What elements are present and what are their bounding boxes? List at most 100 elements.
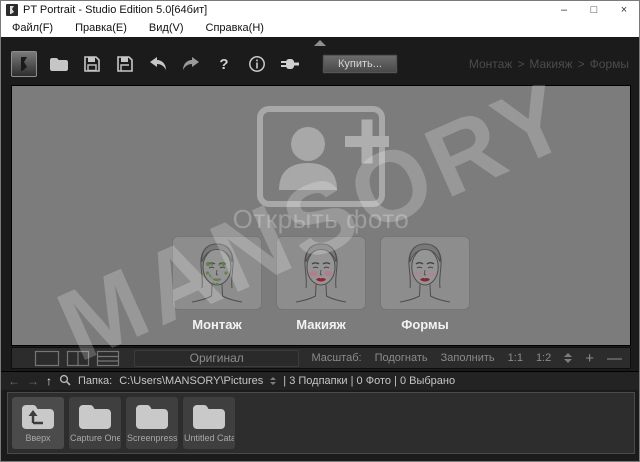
search-icon: [59, 374, 71, 386]
save-button[interactable]: [81, 53, 103, 75]
browser-item-up[interactable]: Вверх: [12, 397, 64, 449]
zoom-bar: Оригинал Масштаб: Подогнать Заполнить 1:…: [11, 347, 631, 369]
menu-edit[interactable]: Правка(E): [64, 19, 138, 37]
face-profile-icon: [15, 55, 33, 73]
floppy-disk-icon: [83, 55, 101, 73]
menu-file[interactable]: Файл(F): [1, 19, 64, 37]
browser-item-label: Capture One ...: [70, 433, 120, 443]
folder-icon: [134, 402, 170, 430]
zoom-1-1-button[interactable]: 1:1: [508, 352, 523, 364]
zoom-in-button[interactable]: +: [585, 350, 594, 367]
makeup-face-icon: [290, 240, 352, 306]
makeup-face-thumbnail[interactable]: [276, 236, 366, 310]
info-icon: [248, 55, 266, 73]
folder-icon: [49, 56, 69, 72]
menu-view[interactable]: Вид(V): [138, 19, 195, 37]
stacked-view-button[interactable]: [96, 350, 120, 367]
up-folder-icon[interactable]: ↑: [46, 374, 52, 388]
mode-shapes[interactable]: Формы: [380, 236, 470, 332]
window-title: PT Portrait - Studio Edition 5.0[64бит]: [23, 4, 207, 16]
folder-label: Папка:: [78, 375, 112, 387]
browser-item-capture-one[interactable]: Capture One ...: [69, 397, 121, 449]
blush-left: [309, 271, 317, 276]
mode-label-montage: Монтаж: [192, 317, 241, 332]
montage-face-thumbnail[interactable]: [172, 236, 262, 310]
path-spinner[interactable]: [270, 377, 276, 385]
add-photo-icon: [246, 106, 396, 210]
view-mode-select[interactable]: Оригинал: [134, 350, 299, 367]
folder-icon: [191, 402, 227, 430]
blush-right: [429, 271, 437, 276]
zoom-fill-button[interactable]: Заполнить: [441, 352, 495, 364]
app-icon: [6, 4, 18, 16]
info-button[interactable]: [246, 53, 268, 75]
zoom-value-spinner[interactable]: [564, 353, 572, 363]
plugin-button[interactable]: [279, 53, 301, 75]
two-pane-icon: [66, 350, 90, 367]
browser-item-label: Вверх: [25, 433, 50, 443]
save-as-button[interactable]: [114, 53, 136, 75]
mode-montage[interactable]: Монтаж: [172, 236, 262, 332]
folder-icon: [77, 402, 113, 430]
zoom-1-2-button[interactable]: 1:2: [536, 352, 551, 364]
plug-icon: [280, 57, 300, 71]
single-view-button[interactable]: [34, 350, 60, 367]
folder-stats: | 3 Подпапки | 0 Фото | 0 Выбрано: [283, 375, 455, 387]
floppy-disk-save-as-icon: [116, 55, 134, 73]
search-button[interactable]: [59, 374, 71, 389]
blush-right: [324, 271, 332, 276]
pt-portrait-window: PT Portrait - Studio Edition 5.0[64бит] …: [0, 0, 640, 462]
scale-label: Масштаб:: [311, 352, 361, 364]
toolbar: ? Купить... Монтаж > Макияж: [11, 47, 629, 81]
breadcrumb-separator: >: [517, 57, 524, 71]
shapes-face-icon: [394, 240, 456, 306]
spin-up-icon: [564, 353, 572, 357]
mode-label-shapes: Формы: [401, 317, 449, 332]
back-icon[interactable]: ←: [8, 374, 20, 388]
collapse-panel-chevron-icon[interactable]: [314, 40, 326, 46]
app-logo-button[interactable]: [11, 51, 37, 77]
breadcrumb-makeup[interactable]: Макияж: [529, 57, 572, 71]
folder-up-icon: [20, 402, 56, 430]
redo-arrow-icon: [181, 56, 201, 72]
spin-down-icon: [270, 382, 276, 385]
maximize-button[interactable]: □: [579, 1, 609, 19]
breadcrumb-shapes[interactable]: Формы: [590, 57, 629, 71]
undo-arrow-icon: [148, 56, 168, 72]
spin-up-icon: [270, 377, 276, 380]
help-icon: ?: [219, 56, 228, 73]
browser-item-untitled-catalog[interactable]: Untitled Cata...: [183, 397, 235, 449]
menu-help[interactable]: Справка(H): [195, 19, 275, 37]
redo-button[interactable]: [180, 53, 202, 75]
breadcrumb-montage[interactable]: Монтаж: [469, 57, 513, 71]
folder-browser: Вверх Capture One ... Screenpresso Untit…: [7, 392, 635, 454]
mode-shortcuts: Монтаж: [172, 236, 470, 332]
help-button[interactable]: ?: [213, 53, 235, 75]
zoom-out-button[interactable]: —: [607, 350, 622, 367]
current-path[interactable]: C:\Users\MANSORY\Pictures: [119, 375, 263, 387]
browser-item-screenpresso[interactable]: Screenpresso: [126, 397, 178, 449]
split-view-button[interactable]: [66, 350, 90, 367]
photo-canvas: Открыть фото: [11, 85, 631, 346]
blush-left: [414, 271, 422, 276]
forward-icon[interactable]: →: [27, 374, 39, 388]
montage-face-icon: [186, 240, 248, 306]
zoom-fit-button[interactable]: Подогнать: [375, 352, 428, 364]
breadcrumb: Монтаж > Макияж > Формы: [469, 57, 629, 71]
spin-down-icon: [564, 359, 572, 363]
single-pane-icon: [34, 350, 60, 367]
mode-label-makeup: Макияж: [296, 317, 346, 332]
open-photo-label: Открыть фото: [12, 204, 630, 235]
browser-item-label: Untitled Cata...: [184, 433, 234, 443]
minimize-button[interactable]: –: [549, 1, 579, 19]
shapes-face-thumbnail[interactable]: [380, 236, 470, 310]
buy-button[interactable]: Купить...: [322, 54, 398, 74]
menubar: Файл(F) Правка(E) Вид(V) Справка(H): [1, 19, 639, 37]
open-folder-button[interactable]: [48, 53, 70, 75]
open-photo-dropzone[interactable]: [246, 106, 396, 215]
path-bar: ← → ↑ Папка: C:\Users\MANSORY\Pictures |…: [1, 371, 640, 390]
close-button[interactable]: ×: [609, 1, 639, 19]
app-body: ? Купить... Монтаж > Макияж: [1, 37, 639, 461]
mode-makeup[interactable]: Макияж: [276, 236, 366, 332]
undo-button[interactable]: [147, 53, 169, 75]
